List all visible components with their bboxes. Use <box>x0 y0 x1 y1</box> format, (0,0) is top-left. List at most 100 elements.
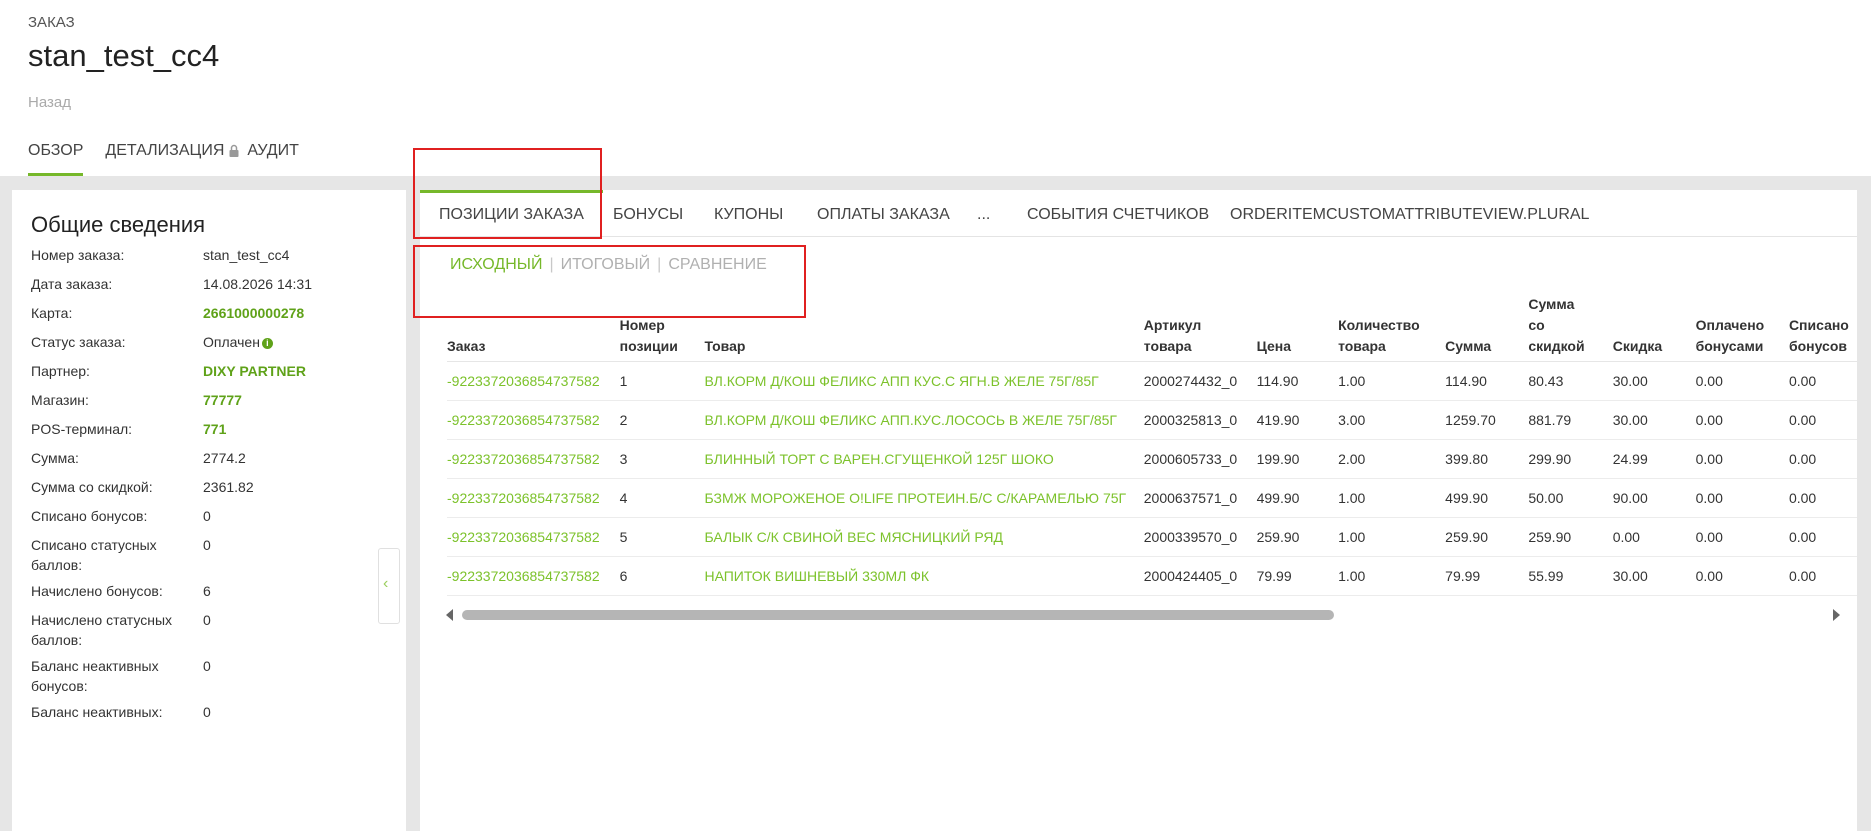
table-row: -9223372036854737582 5 БАЛЫК С/К СВИНОЙ ВЕ… <box>447 517 1857 557</box>
product-link[interactable]: ВЛ.КОРМ Д/КОШ ФЕЛИКС АПП КУС.С ЯГН.В ЖЕЛ… <box>704 361 1144 401</box>
table-cell: 114.90 <box>1445 361 1529 401</box>
summary-value-text: 0 <box>203 658 211 674</box>
summary-value-text: 0 <box>203 612 211 628</box>
summary-value-text: 771 <box>203 421 227 437</box>
table-cell: 0.00 <box>1695 439 1789 479</box>
tab-audit[interactable]: АУДИТ <box>247 142 299 176</box>
table-cell: 30.00 <box>1612 361 1696 401</box>
summary-value: 2774.2 <box>203 448 246 468</box>
table-row: -9223372036854737582 3 БЛИННЫЙ ТОРТ С ВАРЕ… <box>447 439 1857 479</box>
summary-value[interactable]: DIXY PARTNER <box>203 361 306 381</box>
top-tabs: ОБЗОР ДЕТАЛИЗАЦИЯ АУДИТ <box>28 142 321 176</box>
column-header[interactable]: Оплачено бонусами <box>1695 294 1789 362</box>
column-header[interactable]: Сумма <box>1445 294 1529 362</box>
column-header[interactable]: Количество товара <box>1338 294 1446 362</box>
page-title: stan_test_cc4 <box>28 38 220 73</box>
table-cell: 0.00 <box>1788 556 1857 596</box>
summary-value-text: 14.08.2026 14:31 <box>203 276 312 292</box>
summary-value: stan_test_cc4 <box>203 245 289 265</box>
info-icon[interactable]: i <box>261 338 273 349</box>
tab-more[interactable]: ... <box>977 190 990 236</box>
table-row: -9223372036854737582 2 ВЛ.КОРМ Д/КОШ ФЕЛИК… <box>447 400 1857 440</box>
column-header-text: Оплачено <box>1695 317 1765 333</box>
column-header-text: Сумма <box>1445 338 1492 354</box>
summary-label: Сумма: <box>31 450 79 466</box>
table-cell: 3 <box>619 439 705 479</box>
order-link[interactable]: -9223372036854737582 <box>447 400 620 440</box>
summary-label: Партнер: <box>31 363 90 379</box>
tab-overview[interactable]: ОБЗОР <box>28 142 84 176</box>
table-cell: 499.90 <box>1445 478 1529 518</box>
product-link[interactable]: БЗМЖ МОРОЖЕНОЕ O!LIFE ПРОТЕИН.Б/С С/КАРА… <box>704 478 1144 518</box>
summary-value: 2361.82 <box>203 477 254 497</box>
product-link[interactable]: БЛИННЫЙ ТОРТ С ВАРЕН.СГУЩЕНКОЙ 125Г ШОКО <box>704 439 1144 479</box>
table-cell: 30.00 <box>1612 556 1696 596</box>
table-cell: 299.90 <box>1528 439 1613 479</box>
summary-label: Номер заказа: <box>31 247 125 263</box>
horizontal-scrollbar[interactable] <box>446 608 1840 622</box>
summary-title: Общие сведения <box>31 212 206 237</box>
column-header[interactable]: Цена <box>1256 294 1339 362</box>
column-header[interactable]: Артикул товара <box>1143 294 1257 362</box>
tab-coupons[interactable]: КУПОНЫ <box>714 190 783 236</box>
table-cell: 55.99 <box>1528 556 1613 596</box>
order-link[interactable]: -9223372036854737582 <box>447 556 620 596</box>
product-link[interactable]: НАПИТОК ВИШНЕВЫЙ 330МЛ ФК <box>704 556 1144 596</box>
column-header-text: со <box>1528 317 1545 333</box>
scroll-left-arrow-icon[interactable] <box>446 609 453 621</box>
product-link[interactable]: БАЛЫК С/К СВИНОЙ ВЕС МЯСНИЦКИЙ РЯД <box>704 517 1144 557</box>
table-cell: 3.00 <box>1338 400 1446 440</box>
table-cell: 2000339570_0 <box>1143 517 1257 557</box>
summary-label: Баланс неактивных: <box>31 704 163 720</box>
summary-value-text: 77777 <box>203 392 242 408</box>
tab-audit-label: АУДИТ <box>247 142 299 159</box>
back-link[interactable]: Назад <box>28 94 71 111</box>
summary-label: Сумма со скидкой: <box>31 479 153 495</box>
order-link[interactable]: -9223372036854737582 <box>447 478 620 518</box>
tab-custom-attributes[interactable]: ORDERITEMCUSTOMATTRIBUTEVIEW.PLURAL <box>1230 190 1589 236</box>
column-header-text: Товар <box>704 338 746 354</box>
table-cell: 399.80 <box>1445 439 1529 479</box>
table-cell: 4 <box>619 478 705 518</box>
summary-value-text: 0 <box>203 508 211 524</box>
table-cell: 2 <box>619 400 705 440</box>
summary-value-text: DIXY PARTNER <box>203 363 306 379</box>
order-link[interactable]: -9223372036854737582 <box>447 439 620 479</box>
highlight-box-subtabs <box>413 245 806 318</box>
summary-label: Списано статусных баллов: <box>31 537 157 573</box>
table-row: -9223372036854737582 1 ВЛ.КОРМ Д/КОШ ФЕЛИК… <box>447 361 1857 401</box>
summary-label: Баланс неактивных бонусов: <box>31 658 159 694</box>
summary-value: 0 <box>203 506 211 526</box>
tab-details[interactable]: ДЕТАЛИЗАЦИЯ <box>105 142 239 176</box>
summary-label: Списано бонусов: <box>31 508 148 524</box>
tab-bonuses[interactable]: БОНУСЫ <box>613 190 683 236</box>
table-cell: 2000424405_0 <box>1143 556 1257 596</box>
tab-order-payments[interactable]: ОПЛАТЫ ЗАКАЗА <box>817 190 950 236</box>
summary-label: Статус заказа: <box>31 334 126 350</box>
column-header[interactable]: Списано бонусов <box>1788 294 1857 362</box>
column-header-text: Скидка <box>1612 338 1663 354</box>
column-header[interactable]: Сумма со скидкой <box>1528 294 1613 362</box>
column-header[interactable]: Скидка <box>1612 294 1696 362</box>
table-row: -9223372036854737582 4 БЗМЖ МОРОЖЕНОЕ O!LI… <box>447 478 1857 518</box>
summary-value[interactable]: 77777 <box>203 390 242 410</box>
column-header-text: Заказ <box>447 338 486 354</box>
table-cell: 2000325813_0 <box>1143 400 1257 440</box>
column-header-text: Списано <box>1788 317 1849 333</box>
scrollbar-thumb[interactable] <box>462 610 1334 620</box>
order-link[interactable]: -9223372036854737582 <box>447 361 620 401</box>
summary-value: 6 <box>203 581 211 601</box>
summary-value[interactable]: 2661000000278 <box>203 303 304 323</box>
summary-value-text: 6 <box>203 583 211 599</box>
column-header-text: бонусами <box>1695 338 1764 354</box>
lock-icon <box>229 144 239 157</box>
product-link[interactable]: ВЛ.КОРМ Д/КОШ ФЕЛИКС АПП.КУС.ЛОСОСЬ В ЖЕ… <box>704 400 1144 440</box>
table-cell: 1.00 <box>1338 556 1446 596</box>
order-link[interactable]: -9223372036854737582 <box>447 517 620 557</box>
summary-value-text: Оплачен <box>203 334 260 350</box>
order-tabs: ПОЗИЦИИ ЗАКАЗА БОНУСЫ КУПОНЫ ОПЛАТЫ ЗАКА… <box>420 190 1857 237</box>
scroll-right-arrow-icon[interactable] <box>1833 609 1840 621</box>
collapse-panel-button[interactable]: ‹ <box>378 548 400 624</box>
summary-value[interactable]: 771 <box>203 419 226 439</box>
tab-counter-events[interactable]: СОБЫТИЯ СЧЕТЧИКОВ <box>1027 190 1209 236</box>
